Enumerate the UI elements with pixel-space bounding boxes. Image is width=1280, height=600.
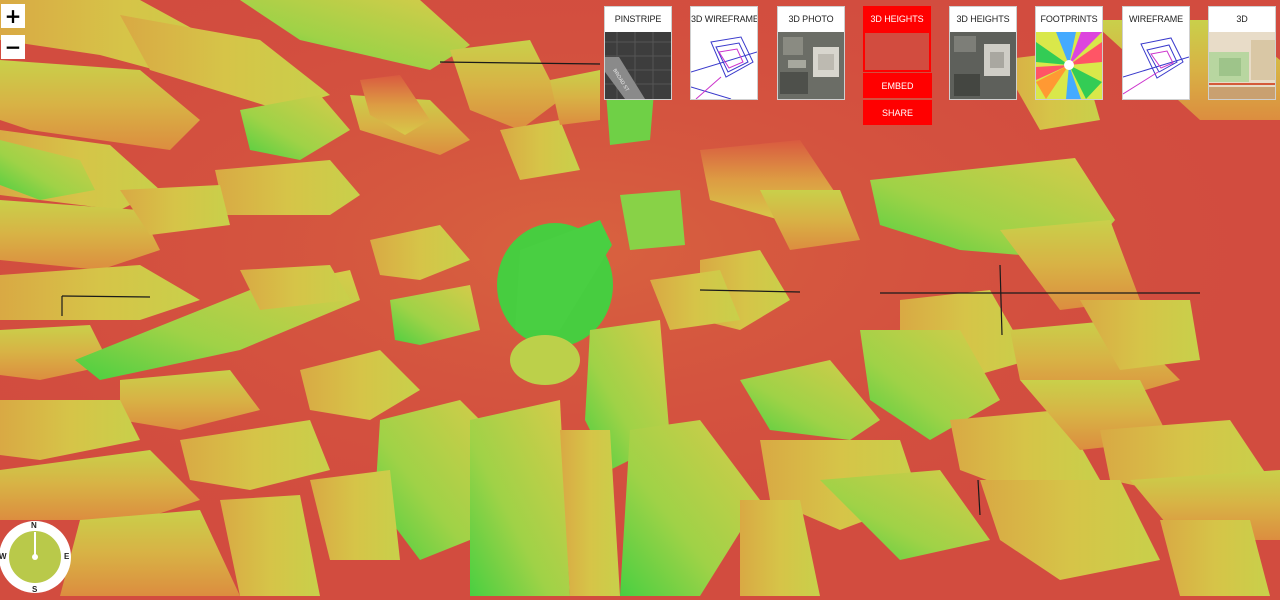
compass[interactable]: N E S W	[0, 519, 74, 595]
photo-gray-thumbnail	[950, 32, 1016, 99]
layer-label: FOOTPRINTS	[1040, 14, 1098, 24]
compass-west-label: W	[0, 552, 7, 561]
layer-label: 3D WIREFRAME	[691, 14, 757, 24]
layer-card-pinstripe[interactable]: PINSTRIPE BROAD ST	[604, 6, 672, 100]
wireframe-thumbnail	[691, 32, 757, 99]
share-button[interactable]: SHARE	[863, 100, 932, 125]
layer-card-3d-photo[interactable]: 3D PHOTO	[777, 6, 845, 100]
footprints-thumbnail	[1036, 32, 1102, 99]
layer-label: 3D PHOTO	[788, 14, 834, 24]
layer-card-3d-heights-active[interactable]: 3D HEIGHTS	[863, 6, 931, 72]
heights-thumbnail	[864, 32, 930, 71]
layer-label: WIREFRAME	[1128, 14, 1184, 24]
layer-card-3d[interactable]: 3D	[1208, 6, 1276, 100]
zoom-out-button[interactable]: −	[1, 35, 25, 59]
layer-card-3d-heights[interactable]: 3D HEIGHTS	[949, 6, 1017, 100]
wireframe-thumbnail	[1123, 32, 1189, 99]
layer-card-footprints[interactable]: FOOTPRINTS	[1035, 6, 1103, 100]
compass-south-label: S	[32, 585, 38, 594]
pinstripe-thumbnail: BROAD ST	[605, 32, 671, 99]
compass-north-label: N	[31, 521, 37, 530]
layer-label: 3D HEIGHTS	[956, 14, 1010, 24]
layer-card-3d-wireframe[interactable]: 3D WIREFRAME	[690, 6, 758, 100]
photo-thumbnail	[778, 32, 844, 99]
layer-card-wireframe[interactable]: WIREFRAME	[1122, 6, 1190, 100]
embed-button[interactable]: EMBED	[863, 73, 932, 98]
layer-label: PINSTRIPE	[614, 14, 662, 24]
compass-east-label: E	[64, 552, 70, 561]
layer-label: 3D HEIGHTS	[870, 14, 924, 24]
map-3d-thumbnail	[1209, 32, 1275, 99]
zoom-in-button[interactable]: +	[1, 4, 25, 28]
layer-label: 3D	[1236, 14, 1248, 24]
